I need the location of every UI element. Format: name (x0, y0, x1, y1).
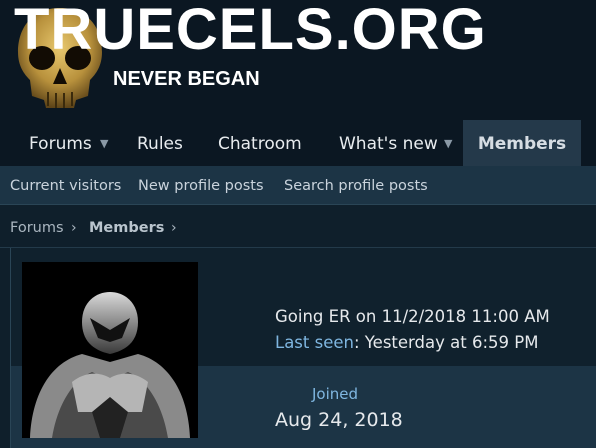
subnav-new-profile-posts[interactable]: New profile posts (138, 166, 264, 204)
site-tagline: NEVER BEGAN (113, 68, 260, 90)
breadcrumb: Forums › Members › (0, 205, 596, 248)
chevron-down-icon[interactable]: ▼ (100, 120, 108, 166)
nav-members[interactable]: Members (463, 120, 581, 166)
chevron-down-icon[interactable]: ▼ (444, 120, 452, 166)
avatar[interactable] (22, 262, 198, 438)
joined-label: Joined (312, 385, 359, 403)
last-seen-label: Last seen (275, 333, 354, 352)
nav-forums[interactable]: Forums (29, 120, 92, 166)
site-header: TRUECELS.ORG NEVER BEGAN (0, 0, 596, 120)
nav-chatroom[interactable]: Chatroom (218, 120, 302, 166)
nav-whats-new[interactable]: What's new (339, 120, 438, 166)
joined-value: Aug 24, 2018 (275, 409, 403, 431)
subnav-search-profile-posts[interactable]: Search profile posts (284, 166, 428, 204)
chevron-right-icon: › (71, 220, 77, 236)
nav-rules[interactable]: Rules (137, 120, 183, 166)
chevron-right-icon: › (171, 220, 177, 236)
last-seen: Last seen: Yesterday at 6:59 PM (275, 333, 539, 352)
member-status: Going ER on 11/2/2018 11:00 AM (275, 307, 550, 326)
subnav-current-visitors[interactable]: Current visitors (10, 166, 121, 204)
breadcrumb-members[interactable]: Members (89, 205, 164, 247)
breadcrumb-forums[interactable]: Forums (10, 205, 64, 247)
main-nav: Forums ▼ Rules Chatroom What's new ▼ Mem… (0, 120, 596, 166)
sub-nav: Current visitors New profile posts Searc… (0, 166, 596, 205)
site-title[interactable]: TRUECELS.ORG (14, 0, 487, 66)
last-seen-value: Yesterday at 6:59 PM (364, 333, 539, 352)
